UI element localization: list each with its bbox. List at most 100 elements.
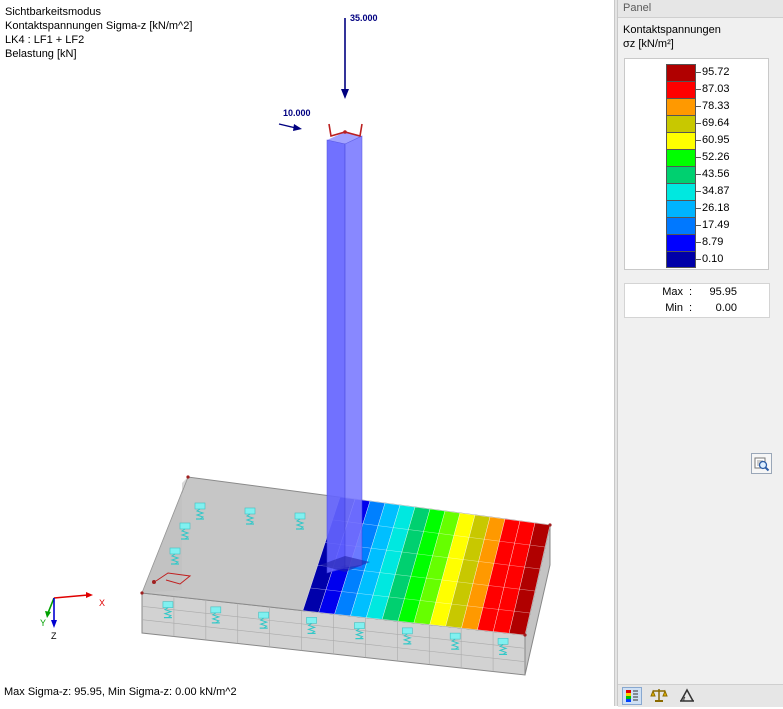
- support-block: [244, 507, 256, 515]
- load-horizontal-line: [278, 123, 297, 129]
- support-block: [258, 611, 269, 619]
- support-block: [497, 638, 509, 645]
- legend-value: 69.64: [702, 117, 730, 129]
- magnifier-icon: [754, 457, 770, 472]
- node-point: [140, 591, 144, 595]
- legend-value: 52.26: [702, 151, 730, 163]
- axis-z-arrowhead: [51, 620, 57, 628]
- legend-tick: [696, 208, 701, 209]
- balance-icon: [650, 689, 668, 702]
- legend-tick: [696, 72, 701, 73]
- legend-tick: [696, 191, 701, 192]
- legend-tick: [696, 225, 701, 226]
- legend-swatch: [666, 64, 696, 81]
- legend-tick: [696, 123, 701, 124]
- legend-swatch: [666, 200, 696, 217]
- node-point: [152, 580, 156, 584]
- min-value: 0.00: [715, 302, 737, 314]
- max-label: Max: [662, 286, 683, 298]
- support-block: [210, 606, 222, 614]
- load-vertical-arrowhead: [341, 89, 349, 99]
- max-value: 95.95: [709, 286, 737, 298]
- column-flange-right: [344, 135, 363, 569]
- balance-button[interactable]: [650, 687, 670, 705]
- axis-x-arrowhead: [86, 592, 93, 598]
- status-line: Max Sigma-z: 95.95, Min Sigma-z: 0.00 kN…: [4, 686, 237, 698]
- axis-z-label: Z: [51, 631, 57, 641]
- panel: Panel Kontaktspannungen σz [kN/m²] 95.72…: [618, 0, 783, 707]
- min-label: Min: [665, 302, 683, 314]
- axis-y-label: Y: [40, 618, 46, 628]
- support-block: [402, 627, 413, 635]
- color-scale-icon: [626, 690, 638, 702]
- legend-tick: [696, 174, 701, 175]
- legend-tick: [696, 106, 701, 107]
- column-top-node: [343, 130, 347, 134]
- min-row: Min : 0.00: [625, 302, 769, 317]
- load-horizontal-arrowhead: [293, 124, 302, 131]
- min-colon: :: [689, 302, 693, 314]
- support-block: [354, 622, 365, 629]
- legend-tick: [696, 140, 701, 141]
- support-block: [169, 547, 181, 555]
- legend-value: 78.33: [702, 100, 730, 112]
- legend-value: 43.56: [702, 168, 730, 180]
- legend-value: 0.10: [702, 253, 724, 265]
- support-block: [449, 632, 461, 640]
- axis-y-line: [47, 597, 55, 614]
- model-scene[interactable]: 35.000 10.000 X YZ: [0, 0, 614, 706]
- measure-icon: [680, 688, 694, 702]
- legend-value: 17.49: [702, 219, 730, 231]
- legend-value: 26.18: [702, 202, 730, 214]
- node-point: [548, 523, 552, 527]
- axis-y-arrowhead: [45, 611, 51, 618]
- legend-tick: [696, 89, 701, 90]
- node-point: [186, 475, 190, 479]
- legend-swatch: [666, 251, 696, 268]
- load-horizontal-label: 10.000: [283, 108, 311, 118]
- zoom-button[interactable]: [751, 453, 772, 474]
- info-load-unit: Belastung [kN]: [5, 48, 77, 60]
- legend-tick: [696, 157, 701, 158]
- legend-swatch: [666, 149, 696, 166]
- panel-toolbar: [618, 684, 783, 707]
- legend-swatch: [666, 217, 696, 234]
- legend-swatch: [666, 81, 696, 98]
- legend-tick: [696, 242, 701, 243]
- support-block: [194, 502, 206, 510]
- panel-heading: Kontaktspannungen: [623, 24, 721, 36]
- panel-titlebar[interactable]: Panel: [618, 0, 783, 18]
- legend-value: 87.03: [702, 83, 730, 95]
- max-colon: :: [689, 286, 693, 298]
- support-block: [179, 522, 191, 530]
- min-max-box: Max : 95.95 Min : 0.00: [624, 283, 770, 318]
- measure-button[interactable]: [678, 687, 698, 705]
- support-block: [306, 617, 317, 624]
- legend-swatch: [666, 132, 696, 149]
- column-flange-left: [326, 139, 346, 574]
- legend-swatch: [666, 98, 696, 115]
- legend-swatch: [666, 115, 696, 132]
- axis-x-line: [53, 594, 89, 599]
- panel-title: Panel: [623, 2, 652, 14]
- support-block: [162, 601, 174, 608]
- color-scale-button[interactable]: [622, 687, 642, 705]
- info-visibility-mode: Sichtbarkeitsmodus: [5, 6, 101, 18]
- legend-swatch: [666, 234, 696, 251]
- node-point: [523, 633, 527, 637]
- max-row: Max : 95.95: [625, 286, 769, 301]
- legend-tick: [696, 259, 701, 260]
- info-result-type: Kontaktspannungen Sigma-z [kN/m^2]: [5, 20, 193, 32]
- legend-value: 34.87: [702, 185, 730, 197]
- panel-unit: σz [kN/m²]: [623, 38, 674, 50]
- legend-swatch: [666, 166, 696, 183]
- legend-swatch: [666, 183, 696, 200]
- model-viewport[interactable]: 35.000 10.000 X Y Z Sichtbarkeitsmodus Konta…: [0, 0, 614, 706]
- legend-value: 95.72: [702, 66, 730, 78]
- legend-value: 60.95: [702, 134, 730, 146]
- support-block: [294, 512, 306, 520]
- color-legend: 95.72 87.03 78.33 69.64 60.95 52.26 43.56 34.87…: [624, 58, 769, 270]
- legend-value: 8.79: [702, 236, 724, 248]
- load-vertical-label: 35.000: [350, 13, 378, 23]
- axis-x-label: X: [99, 598, 105, 608]
